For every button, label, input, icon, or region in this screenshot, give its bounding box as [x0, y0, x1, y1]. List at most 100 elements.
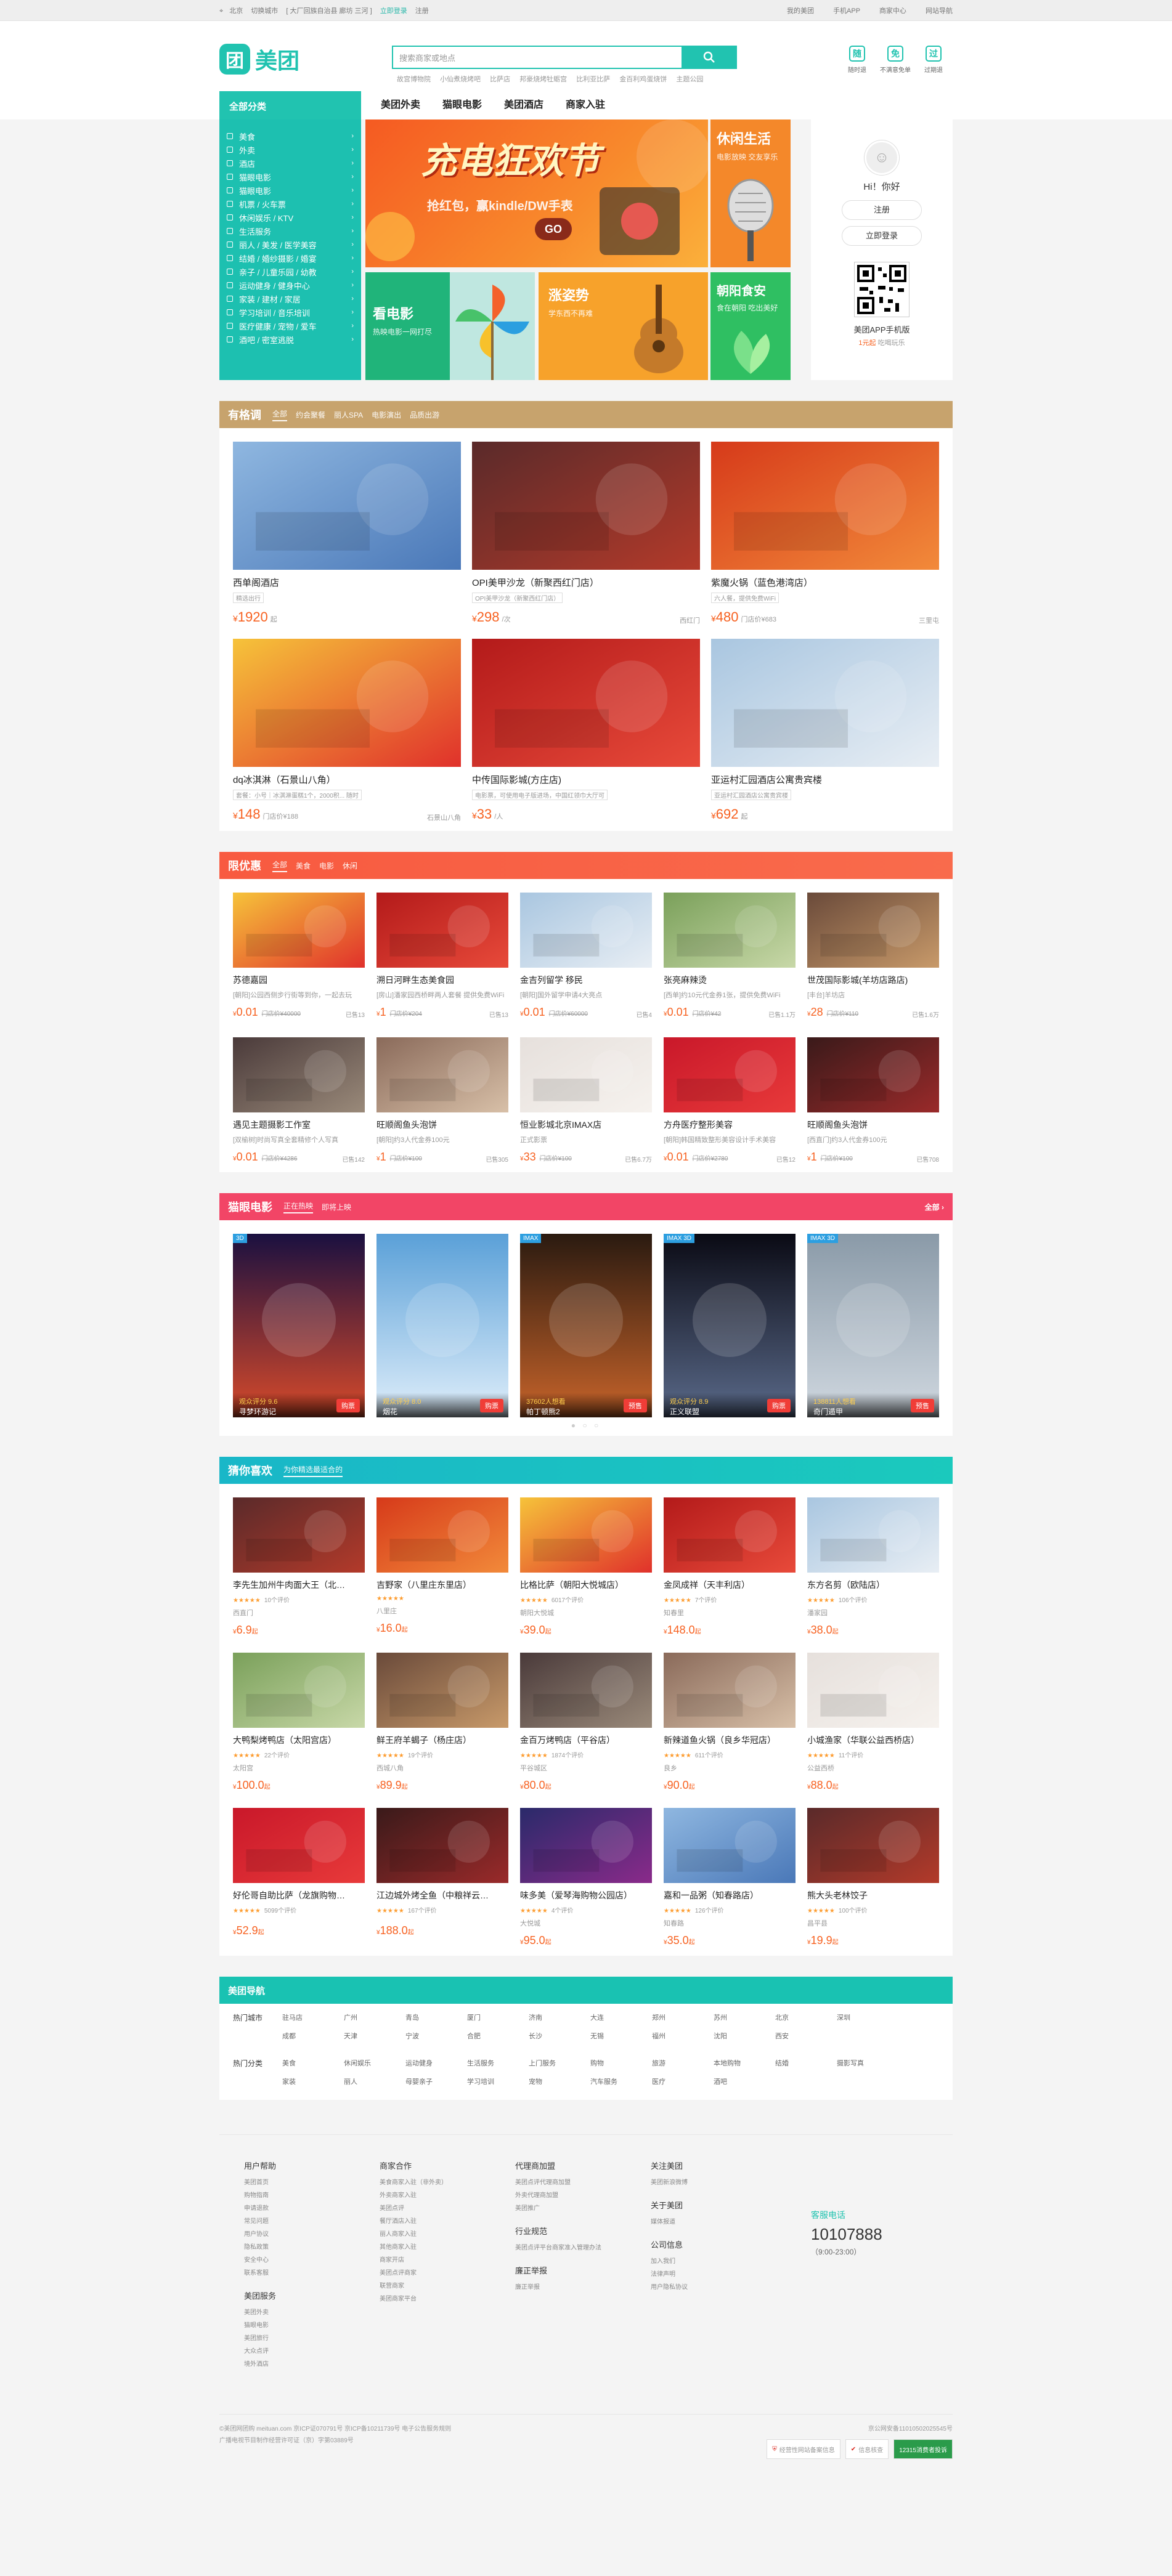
city-link[interactable]: 天津 [344, 2031, 405, 2041]
deal-card[interactable]: 旺顺阁鱼头泡饼 [西直门]约3人代金券100元 ¥1 门店价¥100 已售708 [807, 1037, 939, 1164]
movie-card[interactable]: 3D 观众评分 9.6 寻梦环游记 购票 [233, 1234, 365, 1417]
deal-card[interactable]: 恒业影城北京IMAX店 正式影票 ¥33 门店价¥100 已售6.7万 [520, 1037, 652, 1164]
footer-link[interactable]: 常见问题 [244, 2215, 380, 2228]
like-card-image[interactable] [807, 1808, 939, 1883]
city-link[interactable]: 济南 [529, 2012, 590, 2022]
hot-category-link[interactable]: 休闲娱乐 [344, 2058, 405, 2068]
footer-link[interactable]: 安全中心 [244, 2254, 380, 2267]
deal-card[interactable]: 遇见主题摄影工作室 [双榆树]时尚写真全套精修个人写真 ¥0.01 门店价¥4286 已… [233, 1037, 365, 1164]
footer-link[interactable]: 用户协议 [244, 2228, 380, 2241]
movie-card[interactable]: IMAX 3D 138811人想看 奇门遁甲 预售 [807, 1234, 939, 1417]
footer-link[interactable]: 美团点评商家 [380, 2267, 515, 2280]
like-card-image[interactable] [376, 1808, 508, 1883]
category-item[interactable]: 美食 › [227, 129, 354, 143]
city-link[interactable]: 大连 [590, 2012, 652, 2022]
banner-food-safety[interactable]: 朝阳食安 食在朝阳 吃出美好 [710, 272, 791, 380]
deal-card-name[interactable]: 苏德嘉园 [233, 974, 365, 986]
city-link[interactable]: 青岛 [405, 2012, 467, 2022]
like-card-image[interactable] [520, 1497, 652, 1573]
like-card[interactable]: 鲜王府羊蝎子（杨庄店） ★★★★★ 19个评价 西城八角 ¥89.9起 [376, 1653, 508, 1792]
movie-card[interactable]: IMAX 3D 观众评分 8.9 正义联盟 购票 [664, 1234, 796, 1417]
city-link[interactable]: 西安 [775, 2031, 837, 2041]
movie-tab[interactable]: 正在热映 [283, 1201, 314, 1213]
movie-poster[interactable]: IMAX 37602人想看 帕丁顿熊2 预售 [520, 1234, 652, 1417]
footer-link[interactable]: 隐私政策 [244, 2241, 380, 2254]
hot-category-link[interactable]: 母婴亲子 [405, 2076, 467, 2086]
style-tab[interactable]: 全部 [272, 408, 288, 421]
city-link[interactable]: 沈阳 [714, 2031, 775, 2041]
deal-card-image[interactable] [664, 1037, 796, 1112]
style-card[interactable]: 亚运村汇园酒店公寓贵宾楼 亚运村汇园酒店公寓贵宾楼 ¥692 起 [711, 639, 939, 822]
trust-badge[interactable]: ✔ 信息核查 [845, 2439, 889, 2459]
movie-poster[interactable]: IMAX 3D 观众评分 8.9 正义联盟 购票 [664, 1234, 796, 1417]
style-card-image[interactable] [711, 639, 939, 767]
hot-word[interactable]: 主题公园 [676, 76, 703, 83]
login-link[interactable]: 立即登录 [380, 7, 407, 15]
footer-link[interactable]: 美团点评代理商加盟 [515, 2176, 651, 2189]
style-card[interactable]: 西单阁酒店 精选出行 ¥1920 起 [233, 442, 461, 625]
like-card-image[interactable] [664, 1808, 796, 1883]
style-card-name[interactable]: 紫魔火锅（蓝色港湾店） [711, 576, 939, 589]
movie-card[interactable]: 观众评分 8.0 烟花 购票 [376, 1234, 508, 1417]
category-item[interactable]: 家装 / 建材 / 家居 › [227, 292, 354, 306]
like-card-name[interactable]: 小城渔家（华联公益西桥店） [807, 1734, 939, 1746]
banner-leisure[interactable]: 休闲生活 电影放映 交友享乐 [710, 119, 791, 267]
city-link[interactable]: 北京 [775, 2012, 837, 2022]
footer-link[interactable]: 廉正举报 [515, 2281, 651, 2294]
style-card-name[interactable]: dq冰淇淋（石景山八角） [233, 773, 461, 786]
deal-card[interactable]: 苏德嘉园 [朝阳]公园西侧步行街等到你，一起去玩 ¥0.01 门店价¥40000 已售1… [233, 893, 365, 1019]
movie-poster[interactable]: 3D 观众评分 9.6 寻梦环游记 购票 [233, 1234, 365, 1417]
style-card-image[interactable] [233, 639, 461, 767]
buy-ticket-button[interactable]: 预售 [624, 1399, 647, 1412]
footer-link[interactable]: 美团点评 [380, 2202, 515, 2215]
deal-card-name[interactable]: 金吉列留学 移民 [520, 974, 652, 986]
banner-main[interactable]: 充电狂欢节 抢红包，赢kindle/DW手表 GO [365, 119, 708, 267]
style-card[interactable]: dq冰淇淋（石景山八角） 套餐：小号｜冰淇淋蛋糕1个，2000积... 随时 ¥14… [233, 639, 461, 822]
like-card-image[interactable] [233, 1808, 365, 1883]
like-card-image[interactable] [520, 1808, 652, 1883]
style-tab[interactable]: 丽人SPA [334, 410, 363, 420]
movie-poster[interactable]: 观众评分 8.0 烟花 购票 [376, 1234, 508, 1417]
like-card[interactable]: 金百万烤鸭店（平谷店） ★★★★★ 1874个评价 平谷城区 ¥80.0起 [520, 1653, 652, 1792]
category-item[interactable]: 医疗健康 / 宠物 / 爱车 › [227, 319, 354, 333]
style-card-name[interactable]: OPI美甲沙龙（新聚西红门店） [472, 576, 700, 589]
hot-word[interactable]: 比萨店 [490, 76, 510, 83]
like-card-name[interactable]: 嘉和一品粥（知春路店） [664, 1889, 796, 1902]
hot-category-link[interactable]: 汽车服务 [590, 2076, 652, 2086]
footer-link[interactable]: 其他商家入驻 [380, 2241, 515, 2254]
deal-tab[interactable]: 电影 [319, 861, 334, 871]
like-card-name[interactable]: 熊大头老林饺子 [807, 1889, 939, 1902]
style-card-image[interactable] [472, 442, 700, 570]
site-nav-link[interactable]: 网站导航 [926, 7, 953, 15]
hot-category-link[interactable]: 生活服务 [467, 2058, 529, 2068]
buy-ticket-button[interactable]: 购票 [480, 1399, 503, 1412]
hot-word[interactable]: 比利亚比萨 [576, 76, 610, 83]
deal-card-name[interactable]: 世茂国际影城(羊坊店路店) [807, 974, 939, 986]
city-link[interactable]: 广州 [344, 2012, 405, 2022]
style-card-image[interactable] [233, 442, 461, 570]
like-card-name[interactable]: 新辣道鱼火锅（良乡华冠店） [664, 1734, 796, 1746]
footer-link[interactable]: 法律声明 [651, 2268, 786, 2281]
city-link[interactable]: 长沙 [529, 2031, 590, 2041]
deal-card-name[interactable]: 遇见主题摄影工作室 [233, 1119, 365, 1131]
style-card-name[interactable]: 西单阁酒店 [233, 576, 461, 589]
like-tab[interactable]: 为你精选最适合的 [283, 1464, 343, 1477]
style-card-image[interactable] [711, 442, 939, 570]
footer-link[interactable]: 外卖代理商加盟 [515, 2189, 651, 2202]
style-tab[interactable]: 电影演出 [372, 410, 401, 420]
like-card-name[interactable]: 金百万烤鸭店（平谷店） [520, 1734, 652, 1746]
deal-card-image[interactable] [233, 1037, 365, 1112]
hot-category-link[interactable]: 酒吧 [714, 2076, 775, 2086]
like-card-name[interactable]: 比格比萨（朝阳大悦城店） [520, 1579, 652, 1591]
nav-tab-merchant[interactable]: 商家入驻 [555, 91, 616, 119]
hot-word[interactable]: 邦豪烧烤牡蛎宫 [519, 76, 567, 83]
category-item[interactable]: 外卖 › [227, 143, 354, 156]
like-card[interactable]: 李先生加州牛肉面大王（北… ★★★★★ 10个评价 西直门 ¥6.9起 [233, 1497, 365, 1637]
category-item[interactable]: 猫眼电影 › [227, 184, 354, 197]
category-item[interactable]: 休闲娱乐 / KTV › [227, 211, 354, 224]
style-tab[interactable]: 约会聚餐 [296, 410, 325, 420]
hot-category-link[interactable]: 宠物 [529, 2076, 590, 2086]
city-link[interactable]: 合肥 [467, 2031, 529, 2041]
like-card[interactable]: 比格比萨（朝阳大悦城店） ★★★★★ 6017个评价 朝阳大悦城 ¥39.0起 [520, 1497, 652, 1637]
city-link[interactable]: 厦门 [467, 2012, 529, 2022]
